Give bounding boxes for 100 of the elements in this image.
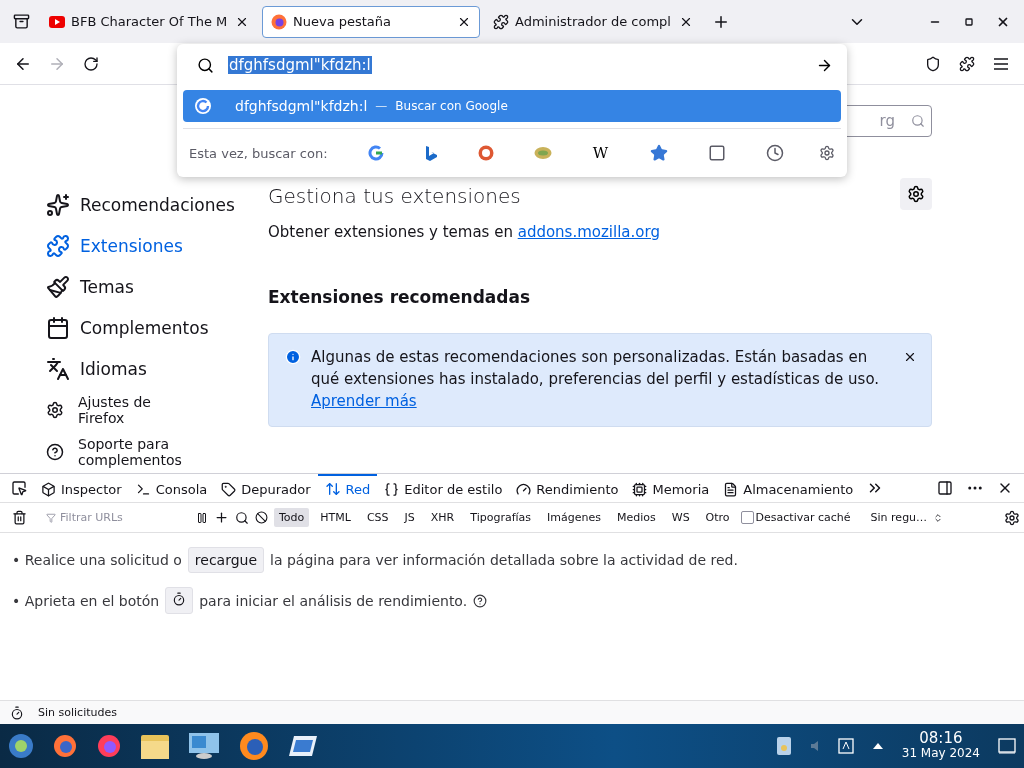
- search-icon: [911, 114, 925, 128]
- add-icon[interactable]: [214, 510, 229, 525]
- bookmark-star-icon[interactable]: [649, 144, 668, 162]
- devtools-tab[interactable]: Memoria: [625, 473, 717, 503]
- clock[interactable]: 08:16 31 May 2024: [901, 731, 980, 761]
- filter-type[interactable]: Otro: [700, 508, 735, 527]
- filter-type[interactable]: JS: [399, 508, 420, 527]
- sidebar-link[interactable]: Soporte para complementos: [46, 431, 236, 473]
- browser-tab[interactable]: Administrador de compl: [484, 5, 702, 38]
- close-icon[interactable]: [903, 350, 917, 364]
- block-icon[interactable]: [255, 511, 268, 524]
- puzzle-icon: [46, 234, 70, 259]
- settings-icon: [46, 401, 64, 419]
- throttle-value: Sin regu…: [870, 511, 928, 524]
- firefox-app-icon[interactable]: [52, 733, 78, 759]
- filter-type[interactable]: Tipografías: [465, 508, 537, 527]
- search-suggestion[interactable]: dfghfsdgml"kfdzh:l — Buscar con Google: [183, 90, 841, 122]
- duck-logo-icon[interactable]: [477, 145, 494, 161]
- devtools-tab[interactable]: Inspector: [34, 473, 129, 503]
- devtools-tab[interactable]: Rendimiento: [509, 473, 626, 503]
- devtools-tab[interactable]: Depurador: [214, 473, 318, 503]
- filter-type[interactable]: Todo: [274, 508, 310, 527]
- devtools-tab[interactable]: Editor de estilo: [377, 473, 510, 503]
- bing-logo-icon[interactable]: [423, 145, 438, 161]
- console-icon: [135, 481, 151, 497]
- sidebar-item[interactable]: Temas: [46, 266, 268, 308]
- sidebar-item[interactable]: Recomendaciones: [46, 185, 268, 226]
- browser-tab[interactable]: BFB Character Of The M: [40, 5, 258, 38]
- settings-icon[interactable]: [1004, 509, 1020, 526]
- firefox-app-icon[interactable]: [238, 730, 270, 762]
- sparkle-icon: [46, 193, 70, 218]
- notification-icon[interactable]: [998, 738, 1016, 754]
- reload-button[interactable]: recargue: [187, 547, 265, 573]
- notice-text: Algunas de estas recomendaciones son personalizadas. Están basadas en qué extensiones has instalado, preferencias del perfil y estadísticas de uso.: [311, 347, 881, 390]
- trash-icon[interactable]: [11, 510, 27, 525]
- chip-icon: [632, 481, 648, 497]
- hint-text: la página para ver información detallada sobre la actividad de red.: [270, 552, 738, 568]
- settings-icon[interactable]: [907, 185, 925, 203]
- browser-tab[interactable]: Nueva pestaña: [262, 5, 480, 38]
- suggestion-text: dfghfsdgml"kfdzh:l: [235, 98, 368, 114]
- settings-icon[interactable]: [819, 145, 835, 161]
- firefox-app-icon[interactable]: [96, 733, 122, 759]
- stopwatch-icon: [172, 592, 187, 606]
- devtools-tab[interactable]: Red: [317, 473, 378, 503]
- network-icon: [324, 481, 341, 497]
- puzzle-icon[interactable]: [959, 55, 975, 72]
- paintbrush-icon: [46, 275, 70, 299]
- maximize-icon[interactable]: [965, 17, 973, 26]
- archive-icon[interactable]: [12, 13, 30, 30]
- start-button[interactable]: [8, 733, 34, 759]
- storage-icon: [723, 481, 739, 497]
- gauge-icon: [516, 481, 532, 497]
- filter-type[interactable]: Medios: [612, 508, 661, 527]
- filter-type[interactable]: HTML: [315, 508, 356, 527]
- menu-icon[interactable]: [993, 56, 1009, 71]
- shield-icon[interactable]: [925, 55, 941, 72]
- ebay-logo-icon[interactable]: [533, 146, 552, 160]
- monitor-icon[interactable]: [188, 732, 220, 760]
- suggestion-action: Buscar con Google: [395, 99, 508, 113]
- help-icon: [473, 593, 488, 608]
- hint-text: • Aprieta en el botón: [12, 592, 160, 609]
- sidebar-item[interactable]: Idiomas: [46, 348, 268, 389]
- filter-type[interactable]: Imágenes: [542, 508, 606, 527]
- sidebar-item[interactable]: Complementos: [46, 307, 268, 349]
- devtools-tab[interactable]: Consola: [128, 473, 215, 503]
- page-heading: Gestiona tus extensiones: [268, 184, 521, 208]
- devtools-tab[interactable]: Almacenamiento: [716, 473, 861, 503]
- history-icon[interactable]: [765, 144, 784, 162]
- folder-icon[interactable]: [140, 732, 170, 760]
- checkbox-label: Desactivar caché: [755, 511, 851, 524]
- keyboard-icon[interactable]: [837, 738, 854, 754]
- section-title: Extensiones recomendadas: [268, 287, 532, 307]
- address-field[interactable]: dfghfsdgml"kfdzh:l: [183, 44, 841, 86]
- window-app-icon[interactable]: [288, 734, 318, 758]
- filter-type[interactable]: XHR: [425, 508, 460, 527]
- dock-icon[interactable]: [937, 480, 953, 496]
- element-picker-icon[interactable]: [11, 480, 27, 496]
- sidebar-link[interactable]: Ajustes de Firefox: [46, 389, 236, 431]
- sidebar-link-text: Soporte para complementos: [78, 436, 183, 468]
- tabs-icon[interactable]: [707, 144, 726, 162]
- sidebar-item[interactable]: Extensiones: [46, 225, 268, 267]
- filter-placeholder: Filtrar URLs: [60, 511, 123, 524]
- tray-icon[interactable]: [775, 736, 792, 756]
- filter-type[interactable]: WS: [666, 508, 695, 527]
- learn-more-link[interactable]: Aprender más: [311, 390, 417, 412]
- throttle-select[interactable]: Sin regu…: [870, 511, 944, 524]
- pause-icon[interactable]: [196, 511, 208, 524]
- search-icon: [197, 56, 214, 74]
- link[interactable]: addons.mozilla.org: [517, 223, 660, 241]
- wikipedia-logo[interactable]: W: [591, 144, 610, 162]
- language-icon: [46, 356, 70, 381]
- search-icon[interactable]: [235, 510, 249, 525]
- hint-text: para iniciar el análisis de rendimiento.: [199, 592, 468, 609]
- checkbox[interactable]: [740, 511, 754, 524]
- search-with-label: Esta vez, buscar con:: [189, 145, 328, 161]
- filter-type[interactable]: CSS: [361, 508, 394, 527]
- tray-expand-icon[interactable]: [871, 742, 884, 750]
- plugin-icon: [46, 315, 70, 340]
- reload-icon[interactable]: [83, 55, 99, 72]
- timer-button[interactable]: [165, 587, 194, 614]
